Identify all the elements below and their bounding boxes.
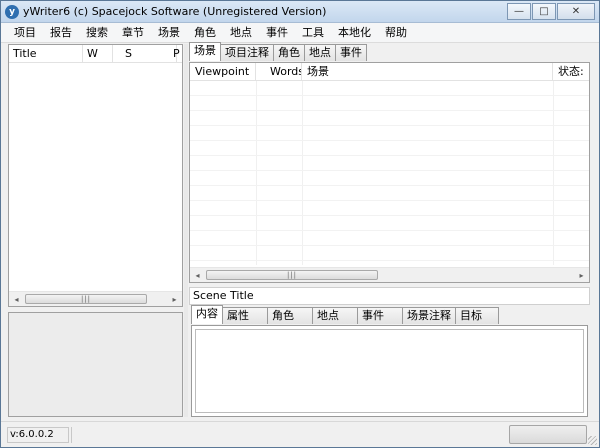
table-row <box>190 231 589 246</box>
column-words[interactable]: Words <box>256 63 302 81</box>
table-row <box>190 111 589 126</box>
scene-content-editor[interactable] <box>195 329 584 413</box>
tab-project-notes[interactable]: 项目注释 <box>220 44 274 61</box>
scroll-left-icon[interactable]: ◂ <box>190 268 205 283</box>
tab-characters[interactable]: 角色 <box>273 44 305 61</box>
table-row <box>190 171 589 186</box>
scroll-thumb[interactable]: ||| <box>206 270 378 280</box>
minimize-icon: — <box>514 6 524 17</box>
table-row <box>190 216 589 231</box>
table-row <box>190 156 589 171</box>
window-title: yWriter6 (c) Spacejock Software (Unregis… <box>23 5 327 18</box>
table-row <box>190 186 589 201</box>
column-viewpoint[interactable]: Viewpoint <box>190 63 256 81</box>
chapter-list[interactable]: Title W S P ◂ ||| ▸ <box>8 44 183 307</box>
tab-characters[interactable]: 角色 <box>267 307 313 324</box>
tab-locations[interactable]: 地点 <box>312 307 358 324</box>
tab-scenes[interactable]: 场景 <box>189 42 221 61</box>
table-row <box>190 81 589 96</box>
tab-locations[interactable]: 地点 <box>304 44 336 61</box>
tab-items[interactable]: 事件 <box>357 307 403 324</box>
minimize-button[interactable]: — <box>507 3 531 20</box>
tab-content[interactable]: 内容 <box>191 305 223 324</box>
title-bar[interactable]: y yWriter6 (c) Spacejock Software (Unreg… <box>1 1 599 23</box>
version-label: v:6.0.0.2 <box>7 427 69 443</box>
scene-list-scrollbar[interactable]: ◂ ||| ▸ <box>190 267 589 282</box>
app-icon[interactable]: y <box>5 5 19 19</box>
chapter-list-scrollbar[interactable]: ◂ ||| ▸ <box>9 291 182 306</box>
scene-title-label: Scene Title <box>189 287 590 305</box>
window-controls: — □ ✕ <box>506 3 595 21</box>
scroll-left-icon[interactable]: ◂ <box>9 292 24 307</box>
maximize-button[interactable]: □ <box>532 3 556 20</box>
scene-list[interactable]: Viewpoint Words 场景 状态: ◂ ||| ▸ <box>189 62 590 283</box>
table-row <box>190 201 589 216</box>
menu-characters[interactable]: 角色 <box>187 24 223 42</box>
app-window: y yWriter6 (c) Spacejock Software (Unreg… <box>0 0 600 448</box>
menu-scenes[interactable]: 场景 <box>151 24 187 42</box>
menu-project[interactable]: 项目 <box>7 24 43 42</box>
close-button[interactable]: ✕ <box>557 3 595 20</box>
menu-bar: 项目 报告 搜索 章节 场景 角色 地点 事件 工具 本地化 帮助 <box>1 23 599 43</box>
resize-grip-icon[interactable] <box>588 436 597 445</box>
scene-list-header: Viewpoint Words 场景 状态: <box>190 63 589 81</box>
chapter-list-header: Title W S P <box>9 45 182 63</box>
scene-content-panel <box>191 325 588 417</box>
scroll-right-icon[interactable]: ▸ <box>574 268 589 283</box>
column-words[interactable]: W <box>83 45 113 63</box>
table-row <box>190 96 589 111</box>
maximize-icon: □ <box>539 6 549 17</box>
tab-properties[interactable]: 属性 <box>222 307 268 324</box>
column-scenes[interactable]: S <box>113 45 177 63</box>
menu-localize[interactable]: 本地化 <box>331 24 378 42</box>
tab-items[interactable]: 事件 <box>335 44 367 61</box>
status-bar: v:6.0.0.2 <box>1 421 599 447</box>
tab-scene-notes[interactable]: 场景注释 <box>402 307 456 324</box>
scene-detail-tabs: 内容 属性 角色 地点 事件 场景注释 目标 <box>191 305 499 324</box>
menu-search[interactable]: 搜索 <box>79 24 115 42</box>
panel-splitter[interactable] <box>184 44 188 417</box>
menu-items[interactable]: 事件 <box>259 24 295 42</box>
chapter-notes-panel <box>8 312 183 417</box>
tab-goals[interactable]: 目标 <box>455 307 499 324</box>
close-icon: ✕ <box>571 6 581 17</box>
scroll-thumb[interactable]: ||| <box>25 294 147 304</box>
scroll-right-icon[interactable]: ▸ <box>167 292 182 307</box>
main-tabs: 场景 项目注释 角色 地点 事件 <box>189 42 367 61</box>
menu-chapters[interactable]: 章节 <box>115 24 151 42</box>
table-row <box>190 126 589 141</box>
status-divider <box>71 427 72 443</box>
column-title[interactable]: Title <box>9 45 83 63</box>
menu-tools[interactable]: 工具 <box>295 24 331 42</box>
column-scene[interactable]: 场景 <box>302 63 553 81</box>
menu-reports[interactable]: 报告 <box>43 24 79 42</box>
table-row <box>190 141 589 156</box>
menu-help[interactable]: 帮助 <box>378 24 414 42</box>
table-row <box>190 246 589 261</box>
status-button[interactable] <box>509 425 587 444</box>
menu-locations[interactable]: 地点 <box>223 24 259 42</box>
column-p[interactable]: P <box>173 45 182 63</box>
column-status[interactable]: 状态: <box>553 63 589 81</box>
